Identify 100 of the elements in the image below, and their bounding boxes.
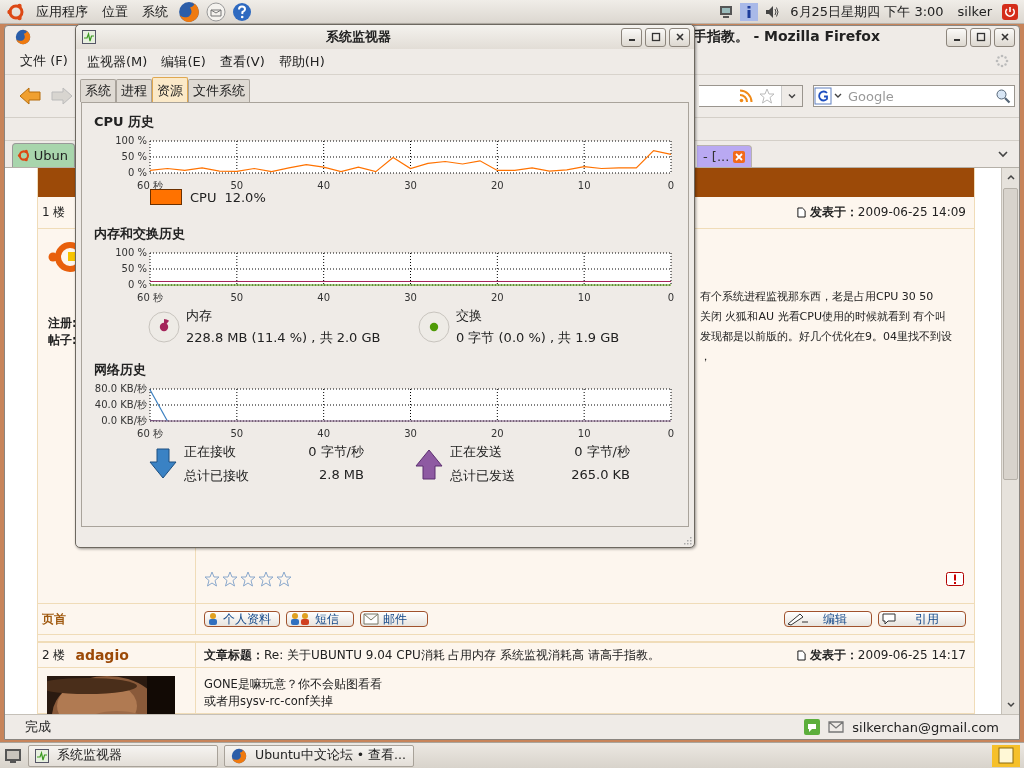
post-date: 发表于：2009-06-25 14:17 bbox=[809, 646, 966, 664]
maximize-icon bbox=[975, 32, 986, 42]
y-tick-label: 80.0 KB/秒 bbox=[94, 383, 147, 394]
x-tick-label: 0 bbox=[667, 428, 675, 439]
up-arrow-icon bbox=[414, 448, 444, 480]
menu-item[interactable]: 编辑(E) bbox=[156, 52, 211, 71]
usage-text: 0 字节 (0.0 %) , 共 1.9 GB bbox=[456, 329, 620, 347]
mail-icon[interactable] bbox=[828, 721, 845, 733]
user-info-label: 注册: bbox=[48, 315, 77, 332]
forum-button[interactable]: 短信 bbox=[286, 611, 354, 627]
floor-number: 2 楼 bbox=[42, 646, 66, 664]
maximize-icon bbox=[650, 32, 661, 42]
report-icon[interactable] bbox=[946, 572, 964, 586]
legend-value: 12.0% bbox=[224, 189, 266, 205]
close-button[interactable] bbox=[669, 27, 690, 47]
show-desktop-icon[interactable] bbox=[4, 747, 22, 764]
google-engine-icon[interactable] bbox=[814, 87, 844, 105]
scroll-down-icon[interactable] bbox=[1005, 700, 1016, 710]
envelope-icon bbox=[363, 613, 379, 625]
scrollbar[interactable] bbox=[1001, 168, 1019, 714]
browser-tab[interactable]: - [... bbox=[697, 145, 753, 167]
usage-pie-icon[interactable] bbox=[418, 311, 450, 343]
x-tick-label: 50 bbox=[230, 180, 244, 191]
panel-menu[interactable]: 位置 bbox=[98, 2, 132, 21]
x-tick-label: 60 秒 bbox=[137, 292, 163, 303]
top-link[interactable]: 页首 bbox=[42, 610, 66, 628]
info-icon[interactable] bbox=[740, 2, 759, 21]
ubuntu-logo-icon bbox=[17, 148, 31, 163]
maximize-button[interactable] bbox=[970, 27, 991, 47]
rating-star-icon bbox=[240, 571, 256, 587]
tab[interactable]: 文件系统 bbox=[188, 79, 250, 102]
dropdown-caret-icon[interactable] bbox=[787, 91, 797, 101]
stat-value: 0 字节/秒 bbox=[573, 443, 630, 461]
post-text: GONE是嘛玩意？你不会贴图看看 bbox=[204, 676, 383, 693]
user-name[interactable]: silker bbox=[953, 4, 996, 19]
power-icon[interactable] bbox=[1002, 3, 1018, 20]
menu-item[interactable]: 监视器(M) bbox=[82, 52, 153, 71]
maximize-button[interactable] bbox=[645, 27, 666, 47]
firefox-icon bbox=[231, 747, 247, 764]
forum-button[interactable]: 邮件 bbox=[360, 611, 428, 627]
notes-applet-icon[interactable] bbox=[992, 744, 1020, 767]
y-tick-label: 40.0 KB/秒 bbox=[94, 399, 147, 410]
email-address[interactable]: silkerchan@gmail.com bbox=[852, 719, 999, 735]
x-tick-label: 10 bbox=[577, 428, 591, 439]
floor-number: 1 楼 bbox=[42, 204, 66, 221]
y-tick-label: 100 % bbox=[115, 135, 147, 146]
section-heading: CPU 历史 bbox=[94, 113, 156, 131]
taskbar-button[interactable]: Ubuntu中文论坛 • 查看... bbox=[224, 744, 414, 767]
search-field[interactable]: Google bbox=[813, 85, 1015, 107]
forum-button[interactable]: 编辑 bbox=[784, 611, 872, 627]
x-tick-label: 10 bbox=[577, 292, 591, 303]
tab[interactable]: 进程 bbox=[116, 79, 152, 102]
firefox-icon bbox=[15, 29, 31, 45]
panel-menu[interactable]: 应用程序 bbox=[32, 2, 92, 21]
tab-close-icon[interactable] bbox=[733, 150, 746, 163]
stat-label: 正在接收 bbox=[184, 443, 237, 461]
chat-icon[interactable] bbox=[804, 719, 821, 735]
star-icon[interactable] bbox=[759, 88, 775, 104]
monitor-app-icon bbox=[82, 30, 96, 44]
section-heading: 网络历史 bbox=[94, 361, 147, 379]
help-icon[interactable] bbox=[232, 1, 252, 22]
ubuntu-logo-icon[interactable] bbox=[6, 1, 26, 22]
tab[interactable]: 系统 bbox=[80, 79, 116, 102]
color-swatch[interactable] bbox=[150, 189, 182, 205]
address-field[interactable] bbox=[699, 85, 803, 107]
author-name[interactable]: adagio bbox=[75, 647, 129, 663]
y-tick-label: 0.0 KB/秒 bbox=[101, 415, 147, 426]
browser-tab[interactable]: Ubun bbox=[12, 143, 75, 167]
status-text: 完成 bbox=[25, 718, 51, 736]
menu-item[interactable]: 查看(V) bbox=[214, 52, 270, 71]
tab[interactable]: 资源 bbox=[152, 77, 188, 102]
scroll-up-icon[interactable] bbox=[1005, 172, 1016, 182]
network-icon[interactable] bbox=[718, 3, 735, 20]
close-button[interactable] bbox=[994, 27, 1015, 47]
usage-text: 228.8 MB (11.4 %) , 共 2.0 GB bbox=[186, 329, 381, 347]
usage-pie-icon[interactable] bbox=[148, 311, 180, 343]
stat-value: 265.0 KB bbox=[570, 467, 630, 484]
minimize-button[interactable] bbox=[946, 27, 967, 47]
throbber-icon bbox=[995, 54, 1009, 68]
panel-menu[interactable]: 系统 bbox=[138, 2, 172, 21]
mail-icon[interactable] bbox=[206, 1, 226, 22]
clock[interactable]: 6月25日星期四 下午 3:00 bbox=[786, 2, 948, 21]
forum-button[interactable]: 个人资料 bbox=[204, 611, 280, 627]
x-tick-label: 0 bbox=[667, 292, 675, 303]
firefox-icon[interactable] bbox=[178, 0, 200, 23]
menu-item[interactable]: 帮助(H) bbox=[273, 52, 330, 71]
x-tick-label: 50 bbox=[230, 292, 244, 303]
search-icon[interactable] bbox=[995, 88, 1011, 104]
back-arrow-icon[interactable] bbox=[19, 86, 41, 106]
taskbar-button[interactable]: 系统监视器 bbox=[28, 744, 218, 767]
down-arrow-icon bbox=[148, 448, 178, 480]
memory-chart: 100 % 50 % 0 % 60 秒 50 40 30 20 10 0 bbox=[80, 245, 688, 307]
y-tick-label: 50 % bbox=[121, 151, 147, 162]
resize-grip-icon[interactable] bbox=[682, 535, 692, 545]
window-title: 系统监视器 bbox=[326, 28, 391, 46]
tab-list-caret-icon[interactable] bbox=[997, 148, 1009, 160]
forum-button[interactable]: 引用 bbox=[878, 611, 966, 627]
menu-item[interactable]: 文件 (F) bbox=[15, 52, 73, 70]
x-tick-label: 40 bbox=[317, 180, 331, 191]
minimize-button[interactable] bbox=[621, 27, 642, 47]
